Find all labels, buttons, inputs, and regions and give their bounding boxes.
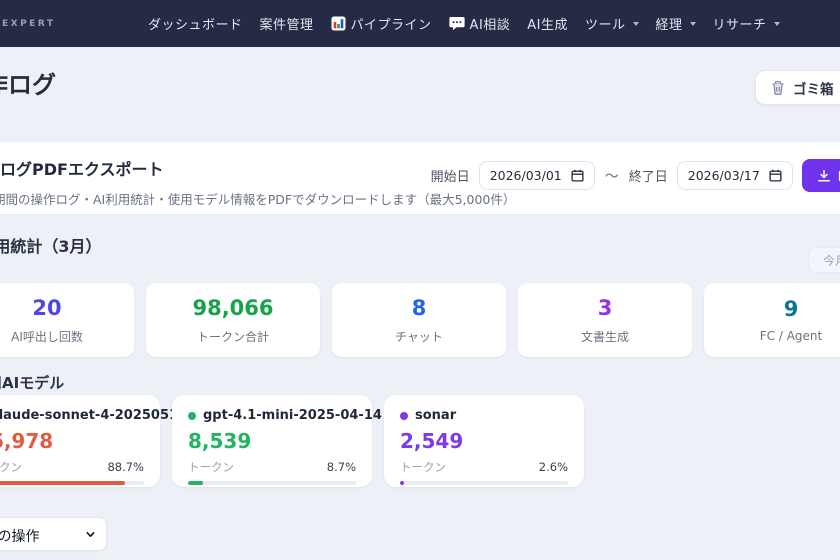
download-icon (817, 169, 831, 183)
nav-menu: ダッシュボード 案件管理 パイプライン AI相談 AI生成 ツール 経理 リサー… (148, 0, 780, 47)
model-card-sonar: sonar 2,549 トークン 2.6% (384, 395, 584, 487)
stat-label: FC / Agent (760, 329, 822, 343)
nav-item-tools[interactable]: ツール (585, 14, 639, 33)
stat-value: 9 (784, 299, 799, 320)
chat-bubble-icon (449, 16, 465, 31)
model-name: sonar (415, 408, 456, 423)
nav-label: ダッシュボード (148, 14, 243, 33)
stat-label: 文書生成 (581, 328, 629, 345)
model-meta: トークン 2.6% (400, 459, 568, 475)
model-token-value: 86,978 (0, 430, 144, 452)
model-card-claude: claude-sonnet-4-20250514 86,978 トークン 88.… (0, 395, 160, 487)
nav-item-dashboard[interactable]: ダッシュボード (148, 14, 243, 33)
chevron-down-icon (690, 22, 696, 26)
nav-item-ai-consult[interactable]: AI相談 (449, 14, 511, 33)
model-head: gpt-4.1-mini-2025-04-14 (188, 408, 356, 423)
page-title: 操作ログ (0, 65, 56, 100)
calendar-icon (571, 169, 584, 182)
model-name: claude-sonnet-4-20250514 (0, 408, 187, 423)
nav-item-case-management[interactable]: 案件管理 (260, 14, 314, 33)
models-section-title: 使用AIモデル (0, 372, 64, 393)
model-progress-track (0, 481, 144, 485)
period-badge[interactable]: 今月 (808, 247, 840, 273)
model-token-unit: トークン (0, 459, 22, 475)
nav-label: 案件管理 (260, 14, 314, 33)
stat-label: チャット (395, 328, 443, 345)
top-nav: EXPERT ダッシュボード 案件管理 パイプライン AI相談 AI生成 ツール… (0, 0, 840, 47)
stat-value: 3 (598, 298, 613, 319)
calendar-icon (769, 169, 782, 182)
model-meta: トークン 88.7% (0, 459, 144, 475)
nav-label: ツール (585, 14, 626, 33)
model-meta: トークン 8.7% (188, 459, 356, 475)
stat-card-fc-agent: 9 FC / Agent (704, 283, 840, 357)
model-dot-icon (188, 412, 196, 420)
chevron-down-icon (85, 529, 96, 540)
start-date-value: 2026/03/01 (490, 168, 562, 183)
model-token-value: 2,549 (400, 430, 568, 452)
nav-label: パイプライン (351, 14, 432, 33)
nav-label: リサーチ (713, 14, 767, 33)
model-cards: claude-sonnet-4-20250514 86,978 トークン 88.… (0, 395, 584, 487)
stat-card-token-total: 98,066 トークン合計 (146, 283, 320, 357)
model-token-value: 8,539 (188, 430, 356, 452)
model-card-gpt: gpt-4.1-mini-2025-04-14 8,539 トークン 8.7% (172, 395, 372, 487)
start-date-input[interactable]: 2026/03/01 (479, 161, 595, 190)
stats-cards: 20 AI呼出し回数 98,066 トークン合計 8 チャット 3 文書生成 9… (0, 283, 840, 357)
model-percent: 8.7% (327, 460, 356, 474)
nav-item-ai-generate[interactable]: AI生成 (527, 14, 568, 33)
stats-section-title: AI利用統計（3月） (0, 233, 101, 257)
model-percent: 2.6% (539, 460, 568, 474)
model-dot-icon (400, 412, 408, 420)
trash-button[interactable]: ゴミ箱 (755, 70, 840, 105)
model-progress-fill (400, 481, 404, 485)
bar-chart-icon (331, 16, 346, 31)
model-progress-fill (0, 481, 125, 485)
stat-card-chat: 8 チャット (332, 283, 506, 357)
stat-card-ai-calls: 20 AI呼出し回数 (0, 283, 134, 357)
stat-card-doc-generation: 3 文書生成 (518, 283, 692, 357)
model-token-unit: トークン (400, 459, 446, 475)
end-date-input[interactable]: 2026/03/17 (677, 161, 793, 190)
nav-item-pipeline[interactable]: パイプライン (331, 14, 432, 33)
trash-icon (770, 80, 786, 96)
page-content: 操作ログ ゴミ箱 操作ログPDFエクスポート 指定期間の操作ログ・AI利用統計・… (0, 47, 840, 560)
stat-value: 8 (412, 298, 427, 319)
chevron-down-icon (633, 22, 639, 26)
model-name: gpt-4.1-mini-2025-04-14 (203, 408, 382, 423)
model-progress-track (400, 481, 568, 485)
nav-item-research[interactable]: リサーチ (713, 14, 780, 33)
nav-label: AI生成 (527, 14, 568, 33)
export-controls: 開始日 2026/03/01 ～ 終了日 2026/03/17 PDF出力 (431, 159, 840, 192)
operation-filter-value: すべての操作 (0, 526, 39, 546)
model-progress-fill (188, 481, 203, 485)
stat-label: AI呼出し回数 (11, 328, 83, 345)
chevron-down-icon (774, 22, 780, 26)
model-percent: 88.7% (107, 460, 144, 474)
stat-value: 20 (32, 298, 61, 319)
pdf-export-button[interactable]: PDF出力 (802, 159, 840, 192)
end-date-label: 終了日 (629, 166, 668, 185)
range-separator: ～ (604, 166, 620, 186)
model-head: sonar (400, 408, 568, 423)
nav-item-accounting[interactable]: 経理 (656, 14, 696, 33)
model-progress-track (188, 481, 356, 485)
nav-label: 経理 (656, 14, 683, 33)
stat-value: 98,066 (192, 298, 273, 319)
start-date-label: 開始日 (431, 166, 470, 185)
nav-label: AI相談 (470, 14, 511, 33)
trash-button-label: ゴミ箱 (793, 78, 834, 98)
end-date-value: 2026/03/17 (688, 168, 760, 183)
app-logo: EXPERT (2, 19, 56, 29)
model-token-unit: トークン (188, 459, 234, 475)
model-head: claude-sonnet-4-20250514 (0, 408, 144, 423)
stat-label: トークン合計 (197, 328, 269, 345)
operation-filter-select[interactable]: すべての操作 (0, 517, 107, 551)
export-section: 操作ログPDFエクスポート 指定期間の操作ログ・AI利用統計・使用モデル情報をP… (0, 141, 840, 215)
